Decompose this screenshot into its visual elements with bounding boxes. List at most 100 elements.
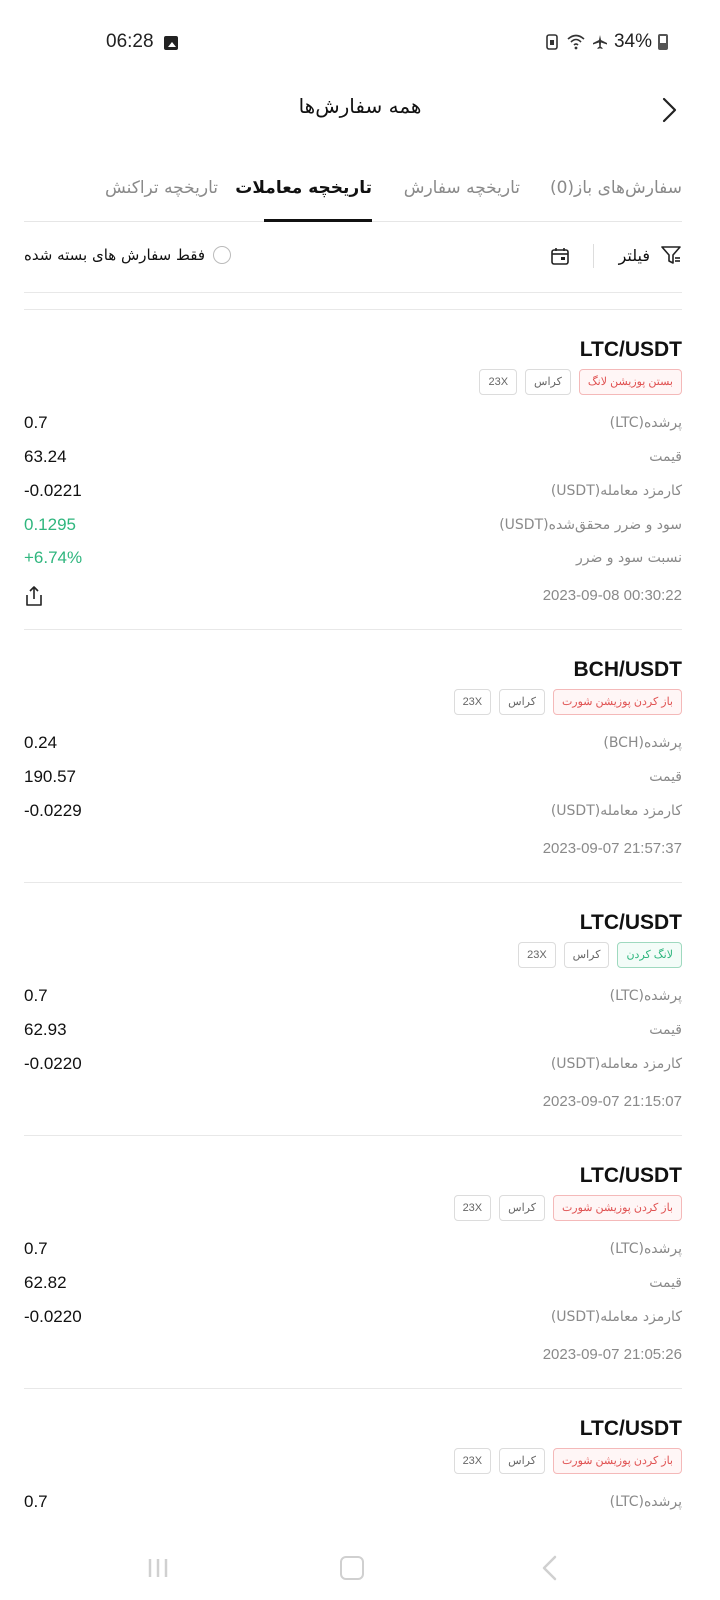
filled-label: پرشده(BCH): [603, 735, 682, 751]
header: همه سفارش‌ها: [0, 86, 720, 150]
trade-row: قیمت 63.24: [24, 447, 682, 471]
trade-pair: LTC/USDT: [579, 338, 682, 361]
active-tab-indicator: [264, 219, 372, 222]
margin-badge: کراس: [563, 942, 610, 968]
leverage-badge: 23X: [453, 1448, 492, 1474]
battery-icon: [658, 34, 668, 50]
trade-card[interactable]: BCH/USDT باز کردن پوزیشن شورت کراس 23X پ…: [24, 658, 682, 878]
trade-row: پرشده(LTC) 0.7: [24, 986, 682, 1010]
sim-icon: [546, 34, 558, 50]
filled-label: پرشده(LTC): [609, 1494, 682, 1510]
filter-icon[interactable]: [660, 244, 682, 266]
filter-row: فیلتر فقط سفارش های بسته شده: [24, 228, 682, 286]
filled-value: 0.7: [24, 413, 48, 432]
trade-row: قیمت 62.82: [24, 1273, 682, 1297]
closed-only-label: فقط سفارش های بسته شده: [24, 246, 205, 264]
side-badge: لانگ کردن: [617, 942, 682, 968]
trade-pair: BCH/USDT: [573, 658, 683, 681]
recents-icon[interactable]: [146, 1556, 170, 1580]
trade-date: 2023-09-07 21:05:26: [542, 1346, 682, 1363]
trade-row: پرشده(BCH) 0.24: [24, 733, 682, 757]
side-badge: بستن پوزیشن لانگ: [578, 369, 682, 395]
leverage-badge: 23X: [479, 369, 518, 395]
trade-row: کارمزد معامله(USDT) -0.0220: [24, 1054, 682, 1078]
filled-value: 0.7: [24, 1239, 48, 1258]
trade-badges: لانگ کردن کراس 23X: [518, 942, 682, 968]
home-icon[interactable]: [340, 1556, 364, 1580]
filled-value: 0.24: [24, 733, 58, 752]
divider: [24, 882, 682, 883]
closed-only-radio[interactable]: [213, 246, 231, 264]
side-badge: باز کردن پوزیشن شورت: [552, 1195, 682, 1221]
tab-order-history[interactable]: تاریخچه سفارش: [404, 178, 520, 198]
tab-transaction-history[interactable]: تاریخچه تراکنش: [105, 178, 218, 198]
page-title: همه سفارش‌ها: [298, 94, 422, 118]
trade-pair: LTC/USDT: [579, 1164, 682, 1187]
airplane-icon: [592, 35, 607, 49]
wifi-icon: [567, 34, 585, 50]
divider: [24, 292, 682, 293]
trade-card[interactable]: LTC/USDT بستن پوزیشن لانگ کراس 23X پرشده…: [24, 338, 682, 628]
trade-pair: LTC/USDT: [579, 911, 682, 934]
trade-row: کارمزد معامله(USDT) -0.0220: [24, 1307, 682, 1331]
trade-badges: باز کردن پوزیشن شورت کراس 23X: [453, 1448, 682, 1474]
status-bar: 06:28 34%: [0, 0, 720, 86]
margin-badge: کراس: [525, 369, 571, 395]
price-value: 62.93: [24, 1020, 67, 1039]
status-indicators: 34%: [544, 31, 668, 53]
share-icon[interactable]: [24, 585, 44, 607]
divider: [24, 629, 682, 630]
fee-value: -0.0221: [24, 481, 82, 500]
fee-value: -0.0229: [24, 801, 82, 820]
closed-only-toggle[interactable]: فقط سفارش های بسته شده: [24, 246, 231, 264]
side-badge: باز کردن پوزیشن شورت: [552, 689, 682, 715]
fee-label: کارمزد معامله(USDT): [550, 803, 682, 819]
fee-value: -0.0220: [24, 1307, 82, 1326]
divider: [24, 309, 682, 310]
pnl-ratio-value: +6.74%: [24, 548, 83, 567]
trade-row: پرشده(LTC) 0.7: [24, 1492, 682, 1516]
nav-back-icon[interactable]: [538, 1554, 562, 1582]
filled-label: پرشده(LTC): [609, 1241, 682, 1257]
trade-row: نسبت سود و ضرر +6.74%: [24, 548, 682, 572]
divider: [24, 1135, 682, 1136]
realized-pnl-label: سود و ضرر محقق‌شده(USDT): [499, 517, 682, 533]
trade-row: کارمزد معامله(USDT) -0.0221: [24, 481, 682, 505]
trade-row: کارمزد معامله(USDT) -0.0229: [24, 801, 682, 825]
trade-date: 2023-09-07 21:15:07: [542, 1093, 682, 1110]
side-badge: باز کردن پوزیشن شورت: [552, 1448, 682, 1474]
divider: [24, 1388, 682, 1389]
gallery-icon: [164, 36, 178, 50]
filled-value: 0.7: [24, 986, 48, 1005]
fee-label: کارمزد معامله(USDT): [550, 483, 682, 499]
leverage-badge: 23X: [453, 689, 492, 715]
price-value: 190.57: [24, 767, 76, 786]
tab-trade-history[interactable]: تاریخچه معاملات: [235, 178, 372, 198]
back-arrow-icon[interactable]: [654, 94, 684, 124]
trade-row: پرشده(LTC) 0.7: [24, 413, 682, 437]
trade-date: 2023-09-08 00:30:22: [542, 587, 682, 604]
trade-badges: بستن پوزیشن لانگ کراس 23X: [479, 369, 682, 395]
trade-row: سود و ضرر محقق‌شده(USDT) 0.1295: [24, 515, 682, 539]
fee-label: کارمزد معامله(USDT): [550, 1056, 682, 1072]
realized-pnl-value: 0.1295: [24, 515, 76, 534]
trade-card[interactable]: LTC/USDT باز کردن پوزیشن شورت کراس 23X پ…: [24, 1164, 682, 1384]
calendar-icon[interactable]: [550, 246, 570, 266]
pnl-ratio-label: نسبت سود و ضرر: [575, 550, 682, 566]
fee-label: کارمزد معامله(USDT): [550, 1309, 682, 1325]
margin-badge: کراس: [499, 1195, 545, 1221]
trade-row: پرشده(LTC) 0.7: [24, 1239, 682, 1263]
filter-button[interactable]: فیلتر: [619, 246, 650, 265]
trade-date: 2023-09-07 21:57:37: [542, 840, 682, 857]
trade-card[interactable]: LTC/USDT لانگ کردن کراس 23X پرشده(LTC) 0…: [24, 911, 682, 1131]
filled-value: 0.7: [24, 1492, 48, 1511]
trade-pair: LTC/USDT: [579, 1417, 682, 1440]
price-value: 63.24: [24, 447, 67, 466]
leverage-badge: 23X: [518, 942, 556, 968]
battery-percent: 34%: [613, 31, 652, 52]
trade-card[interactable]: LTC/USDT باز کردن پوزیشن شورت کراس 23X پ…: [24, 1417, 682, 1537]
tab-bar: سفارش‌های باز(0) تاریخچه سفارش تاریخچه م…: [24, 170, 682, 222]
price-label: قیمت: [649, 449, 682, 465]
tab-open-orders[interactable]: سفارش‌های باز(0): [550, 178, 682, 198]
price-label: قیمت: [649, 1022, 682, 1038]
